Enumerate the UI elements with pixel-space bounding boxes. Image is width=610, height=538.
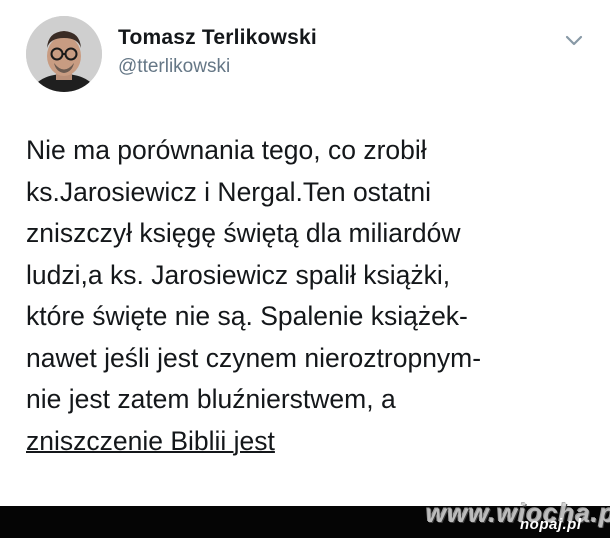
watermark: www.wiocha.pl bbox=[426, 498, 610, 528]
author-handle[interactable]: @tterlikowski bbox=[118, 56, 230, 78]
tweet-line: zniszczył księgę świętą dla miliardów bbox=[26, 218, 461, 248]
tweet-line: nawet jeśli jest czynem nieroztropnym- bbox=[26, 342, 482, 373]
tweet-line: które święte nie są. Spalenie książek- bbox=[26, 301, 468, 331]
avatar-image bbox=[26, 16, 102, 92]
tweet-line: ludzi,a ks. Jarosiewicz spalił książki, bbox=[26, 259, 451, 290]
tweet-text: Nie ma porównania tego, co zrobił ks.Jar… bbox=[26, 130, 596, 462]
tweet-card: Tomasz Terlikowski @tterlikowski Nie ma … bbox=[0, 0, 610, 538]
watermark-sub: nopaj.pl bbox=[520, 516, 582, 533]
author-name[interactable]: Tomasz Terlikowski bbox=[118, 26, 317, 50]
chevron-down-icon[interactable] bbox=[564, 34, 584, 48]
avatar[interactable] bbox=[26, 16, 102, 92]
tweet-line: ks.Jarosiewicz i Nergal.Ten ostatni bbox=[26, 176, 432, 207]
tweet-line: nie jest zatem bluźnierstwem, a bbox=[26, 384, 396, 414]
tweet-line: Nie ma porównania tego, co zrobił bbox=[26, 135, 427, 165]
tweet-line: zniszczenie Biblii jest bbox=[26, 425, 275, 456]
